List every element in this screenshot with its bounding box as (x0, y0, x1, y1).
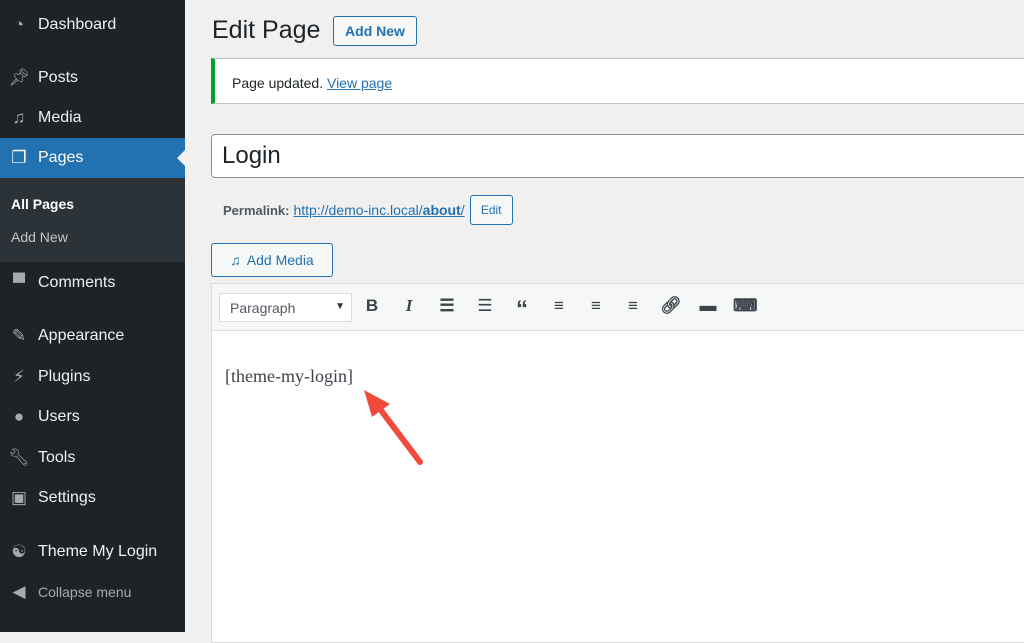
annotation-arrow (364, 390, 423, 465)
